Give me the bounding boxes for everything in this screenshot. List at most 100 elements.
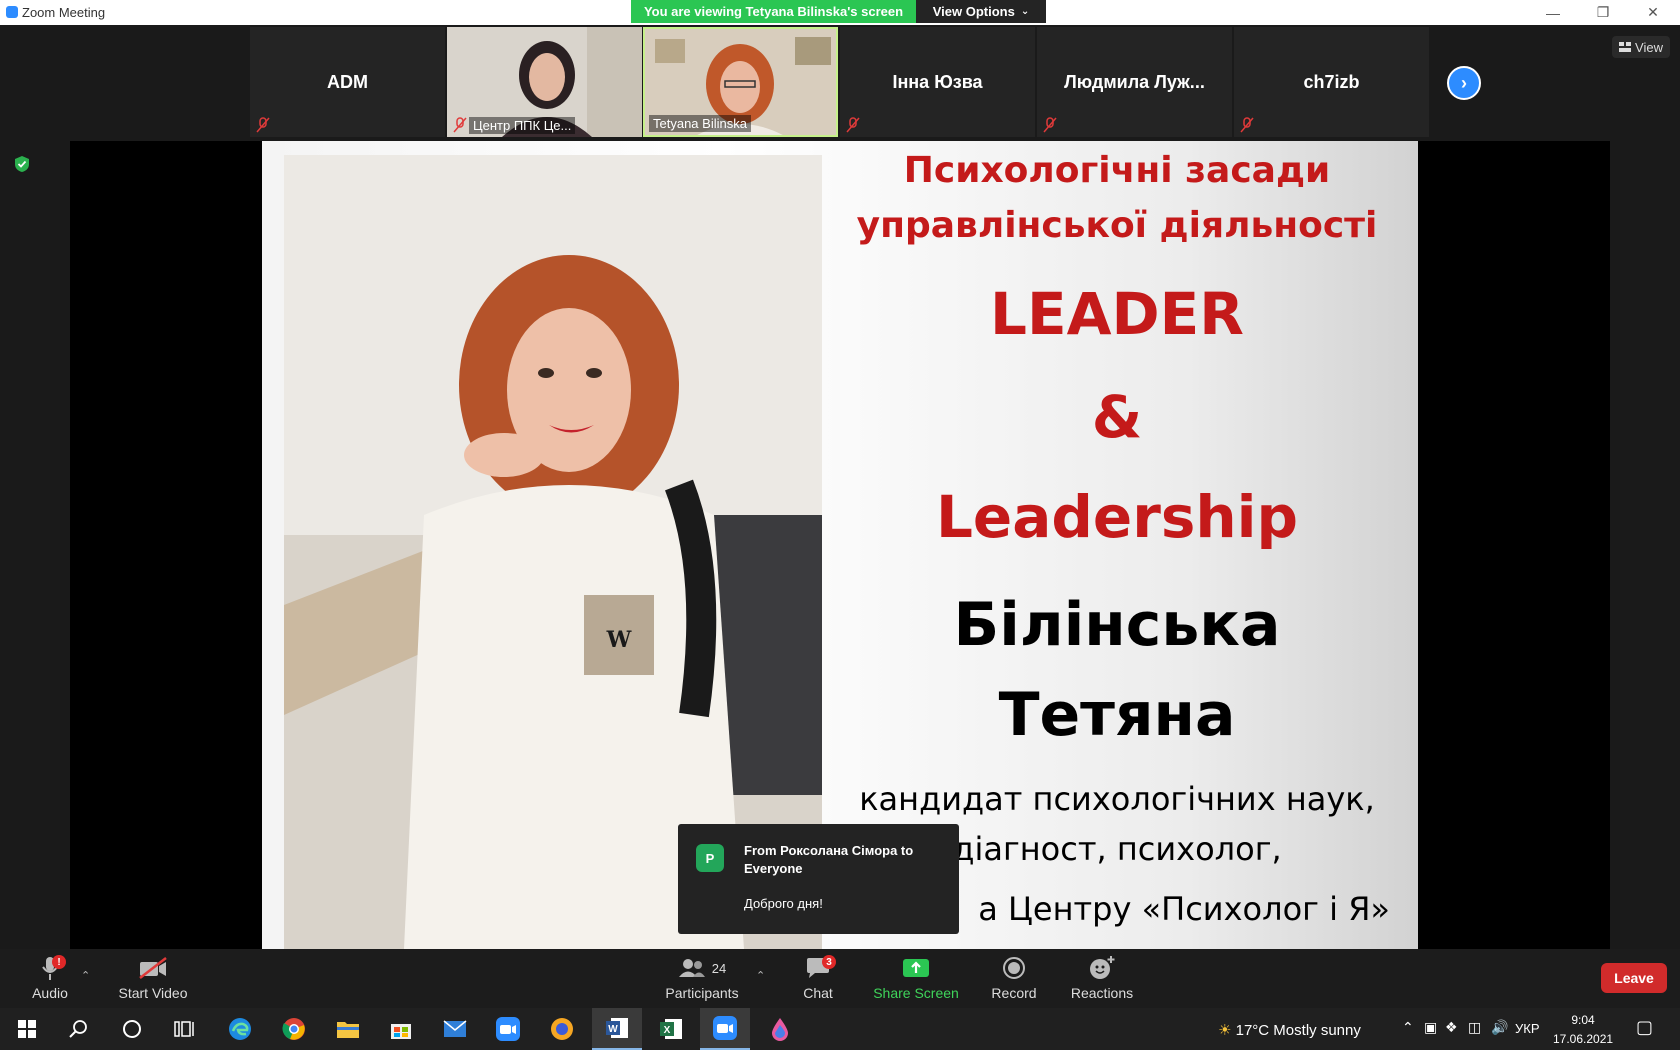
chat-message: Доброго дня! <box>744 896 823 911</box>
chat-sender: From Роксолана Сімора to Everyone <box>744 843 914 876</box>
slide-first-name: Тетяна <box>998 680 1236 750</box>
folder-icon <box>337 1022 359 1038</box>
zoom-icon <box>713 1016 737 1040</box>
participant-name: ADM <box>327 71 368 92</box>
start-video-label: Start Video <box>118 985 188 1001</box>
mic-muted-icon <box>1240 117 1254 133</box>
taskbar-chrome[interactable] <box>269 1008 319 1050</box>
tray-dropbox-icon[interactable]: ❖ <box>1445 1019 1458 1036</box>
taskbar-word[interactable]: W <box>592 1008 642 1050</box>
windows-logo-icon <box>18 1020 36 1038</box>
zoom-icon <box>496 1017 520 1041</box>
participants-options-caret-icon[interactable]: ⌃ <box>756 969 765 982</box>
drop-icon <box>772 1018 788 1041</box>
taskbar-zoom[interactable] <box>483 1008 533 1050</box>
audio-label: Audio <box>32 985 68 1001</box>
avatar: P <box>696 844 724 872</box>
participant-name: Інна Юзва <box>892 71 983 92</box>
task-view-button[interactable] <box>160 1008 210 1050</box>
reactions-button[interactable]: Reactions <box>1071 953 1133 1005</box>
audio-warning-badge: ! <box>52 955 66 969</box>
slide-title-line2: управлінської діяльності <box>856 205 1378 246</box>
search-button[interactable] <box>53 1008 103 1050</box>
mic-muted-icon <box>453 117 467 133</box>
taskbar-mail[interactable] <box>430 1008 480 1050</box>
slide-ampersand: & <box>1091 383 1143 451</box>
taskbar-store[interactable] <box>376 1008 426 1050</box>
taskbar-drop-app[interactable] <box>755 1008 805 1050</box>
participants-count: 24 <box>711 960 727 976</box>
record-label: Record <box>991 985 1037 1001</box>
participant-tile-lyudmyla[interactable]: Людмила Луж... <box>1037 27 1232 137</box>
tray-app-icon[interactable]: ▣ <box>1424 1019 1437 1036</box>
participant-tile-inna[interactable]: Інна Юзва <box>840 27 1035 137</box>
weather-sun-icon: ☀ <box>1218 1022 1232 1039</box>
leave-button[interactable]: Leave <box>1601 963 1667 993</box>
chat-label: Chat <box>803 985 833 1001</box>
system-clock[interactable]: 9:04 17.06.2021 <box>1553 1011 1613 1049</box>
zoom-app-icon <box>6 6 18 18</box>
slide-description-line3: а Центру «Психолог і Я» <box>978 890 1390 928</box>
participant-tile-centre[interactable]: Центр ППК Це... <box>447 27 642 137</box>
chat-button[interactable]: Chat 3 <box>800 953 836 1005</box>
taskbar-file-explorer[interactable] <box>323 1008 373 1050</box>
chat-notification[interactable]: P From Роксолана Сімора to Everyone Добр… <box>678 824 959 934</box>
minimize-button[interactable]: — <box>1530 0 1576 25</box>
tray-overflow-icon[interactable]: ⌃ <box>1402 1019 1414 1036</box>
participant-tile-tetyana[interactable]: Tetyana Bilinska <box>643 27 838 137</box>
cortana-button[interactable] <box>107 1008 157 1050</box>
slide-leadership: Leadership <box>935 483 1299 551</box>
participants-icon <box>678 959 705 977</box>
network-icon[interactable]: ◫ <box>1468 1019 1481 1036</box>
task-view-icon <box>174 1021 194 1037</box>
record-icon <box>1003 957 1025 979</box>
close-button[interactable]: ✕ <box>1630 0 1676 25</box>
svg-text:X: X <box>664 1025 671 1036</box>
chat-unread-badge: 3 <box>822 955 836 969</box>
security-shield-icon[interactable] <box>14 155 30 173</box>
volume-icon[interactable]: 🔊 <box>1491 1019 1508 1036</box>
participant-tile-adm[interactable]: ADM <box>250 27 445 137</box>
mic-muted-icon <box>256 117 270 133</box>
view-button[interactable]: View <box>1612 36 1670 58</box>
maximize-button[interactable]: ❐ <box>1580 0 1626 25</box>
share-screen-icon <box>903 959 929 977</box>
clock-time: 9:04 <box>1571 1013 1595 1027</box>
participants-button[interactable]: 24 Participants <box>665 953 739 1005</box>
grid-icon <box>1619 42 1632 52</box>
video-off-icon <box>139 957 167 979</box>
window-title: Zoom Meeting <box>22 5 106 20</box>
cortana-icon <box>123 1020 141 1038</box>
svg-text:W: W <box>606 627 632 653</box>
view-label: View <box>1635 39 1663 55</box>
participant-tile-ch7izb[interactable]: ch7izb <box>1234 27 1429 137</box>
clock-date: 17.06.2021 <box>1553 1032 1614 1046</box>
notifications-icon[interactable]: ▢ <box>1636 1017 1653 1038</box>
view-options-button[interactable]: View Options ⌄ <box>916 0 1046 23</box>
start-button[interactable] <box>2 1008 52 1050</box>
participant-label: Центр ППК Це... <box>469 117 576 134</box>
slide-description-line1: кандидат психологічних наук, <box>859 780 1375 818</box>
language-indicator[interactable]: УКР <box>1515 1021 1540 1036</box>
taskbar-excel[interactable]: X <box>646 1008 696 1050</box>
reactions-icon <box>1090 956 1115 979</box>
viewing-screen-banner: You are viewing Tetyana Bilinska's scree… <box>631 0 916 23</box>
mic-muted-icon <box>1043 117 1057 133</box>
audio-button[interactable]: Audio ! <box>28 953 72 1005</box>
slide-surname: Білінська <box>953 590 1281 660</box>
audio-options-caret-icon[interactable]: ⌃ <box>81 969 90 982</box>
next-page-button[interactable]: › <box>1447 66 1481 100</box>
taskbar-zoom-active[interactable] <box>700 1008 750 1050</box>
chrome-browser-icon <box>282 1018 305 1040</box>
taskbar-app[interactable] <box>537 1008 587 1050</box>
taskbar-edge[interactable] <box>215 1008 265 1050</box>
participants-label: Participants <box>665 985 739 1001</box>
share-screen-button[interactable]: Share Screen <box>873 953 959 1005</box>
start-video-button[interactable]: Start Video <box>118 953 188 1005</box>
chevron-right-icon: › <box>1461 72 1467 93</box>
record-button[interactable]: Record <box>990 953 1038 1005</box>
search-icon <box>69 1020 87 1038</box>
slide-leader: LEADER <box>990 280 1244 348</box>
weather-widget[interactable]: ☀ 17°C Mostly sunny <box>1218 1021 1361 1039</box>
view-options-label: View Options <box>932 4 1015 19</box>
